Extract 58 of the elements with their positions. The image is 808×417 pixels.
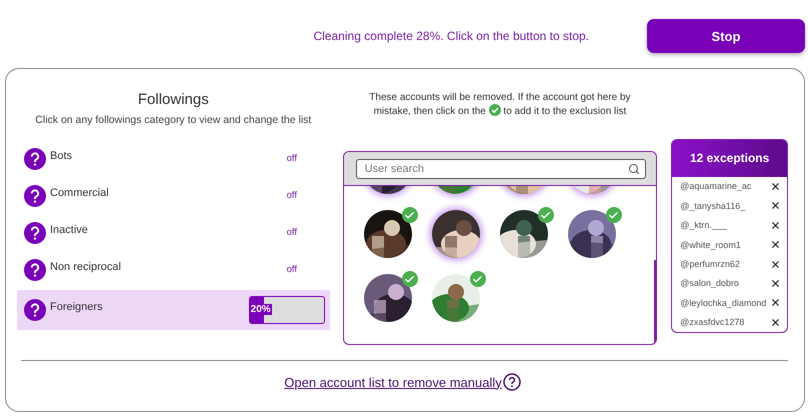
search-field[interactable]: User search xyxy=(356,159,646,179)
avatar[interactable] xyxy=(500,210,548,258)
category-row[interactable]: Non reciprocal off xyxy=(17,251,330,288)
category-row[interactable]: Commercial off xyxy=(17,177,330,214)
close-icon[interactable] xyxy=(770,220,781,231)
exception-name: @zxasfdvc1278 xyxy=(680,317,746,328)
help-icon[interactable] xyxy=(24,184,46,206)
check-icon[interactable] xyxy=(606,207,622,223)
search-icon[interactable] xyxy=(628,163,640,175)
exception-name: @leylochka_diamond xyxy=(680,298,768,308)
avatar[interactable] xyxy=(568,210,616,258)
help-icon[interactable] xyxy=(24,299,46,321)
category-label: Bots xyxy=(50,150,74,162)
help-icon[interactable] xyxy=(24,258,46,280)
exception-name: @_ktrn.___ xyxy=(680,220,728,230)
category-label: Commercial xyxy=(50,186,110,198)
section-title: Followings xyxy=(136,91,210,108)
close-icon[interactable] xyxy=(770,316,781,328)
close-icon[interactable] xyxy=(770,239,781,250)
close-icon[interactable] xyxy=(770,258,781,270)
avatar[interactable] xyxy=(364,274,412,322)
help-icon[interactable] xyxy=(24,148,46,170)
check-icon[interactable] xyxy=(538,207,554,223)
exception-name: @_tanysha116_ xyxy=(680,200,746,211)
category-row[interactable]: Inactive off xyxy=(17,214,330,251)
close-icon[interactable] xyxy=(770,278,781,289)
exception-name: @aquamarine_ac xyxy=(680,181,752,192)
stop-button[interactable]: Stop xyxy=(647,19,805,53)
instruction-text: These accounts will be removed. If the account got here by mistake, then click on the to add it to the exclusion list xyxy=(368,91,632,119)
help-icon[interactable] xyxy=(502,373,521,391)
exception-name: @white_room1 xyxy=(680,240,742,250)
exceptions-title: 12 exceptions xyxy=(672,140,787,177)
close-icon[interactable] xyxy=(770,180,781,192)
exception-name: @salon_dobro xyxy=(680,278,740,288)
close-icon[interactable] xyxy=(770,200,781,212)
exception-name: @perfumrzn62 xyxy=(680,259,741,270)
close-icon[interactable] xyxy=(770,297,781,308)
section-subtitle: Click on any followings category to view and change the list xyxy=(34,114,312,126)
scrollbar-thumb[interactable] xyxy=(654,260,656,344)
avatar[interactable] xyxy=(364,210,412,258)
avatar[interactable] xyxy=(432,210,480,258)
check-icon xyxy=(488,104,501,116)
category-label: Non reciprocal xyxy=(50,260,122,272)
manual-removal-link[interactable]: Open account list to remove manually xyxy=(284,374,502,390)
status-text: Cleaning complete 28%. Click on the button to stop. xyxy=(314,29,589,43)
help-icon[interactable] xyxy=(24,222,46,244)
category-label: Foreigners xyxy=(50,301,104,313)
category-row[interactable]: Foreigners 20% xyxy=(17,290,330,330)
check-icon[interactable] xyxy=(402,271,418,287)
status-text: off xyxy=(286,190,298,201)
status-text: off xyxy=(286,227,298,238)
category-label: Inactive xyxy=(50,224,89,236)
category-row[interactable]: Bots off xyxy=(17,140,330,177)
status-text: off xyxy=(286,264,298,275)
check-icon[interactable] xyxy=(470,271,486,287)
check-icon[interactable] xyxy=(402,207,418,223)
status-text: off xyxy=(286,153,298,164)
progress-reading: 20% xyxy=(250,304,272,315)
